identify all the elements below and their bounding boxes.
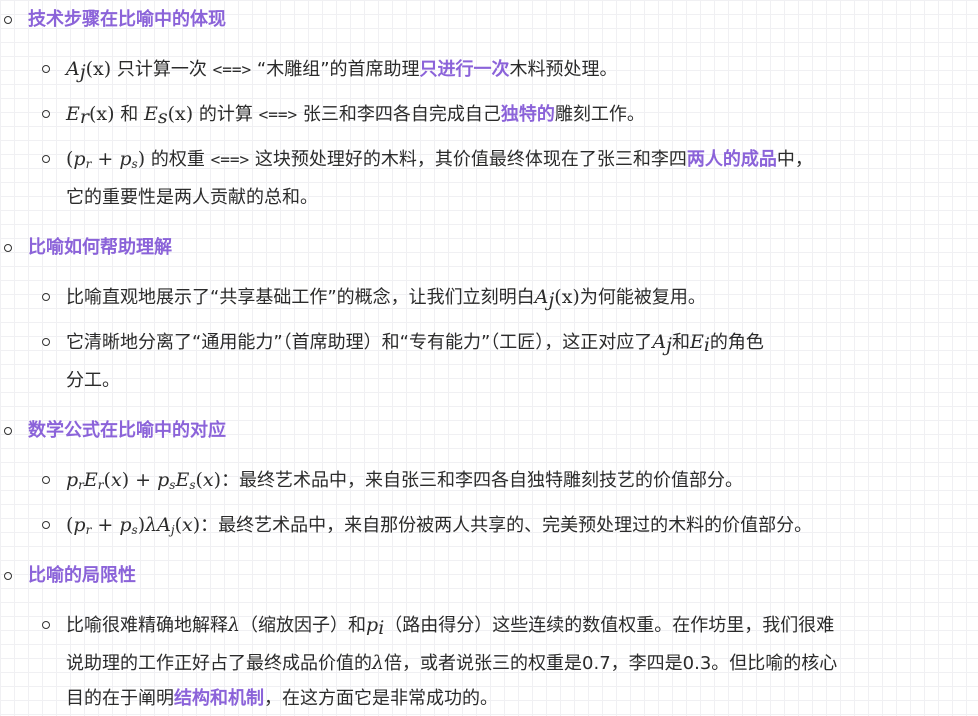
bullet-icon <box>42 110 50 118</box>
list-item: 它清晰地分离了“通用能力”（首席助理）和“专有能力”（工匠），这正对应了Aj和E… <box>0 325 978 360</box>
bullet-icon <box>42 155 50 163</box>
bullet-icon <box>4 244 12 252</box>
math-expression: (pr + ps)λAj(x) <box>66 514 201 537</box>
bullet-icon <box>42 293 50 301</box>
list-item: prEr(x) + psEs(x)：最终艺术品中，来自张三和李四各自独特雕刻技艺… <box>0 463 978 498</box>
list-item-continuation: 目的在于阐明结构和机制，在这方面它是非常成功的。 <box>66 688 498 709</box>
list-item: (pr + ps) 的权重 <==> 这块预处理好的木料，其价值最终体现在了张三… <box>0 142 978 177</box>
math-expression: prEr(x) + psEs(x) <box>66 469 222 492</box>
list-item-continuation: 说助理的工作正好占了最终成品价值的λ倍，或者说张三的权重是0.7，李四是0.3。… <box>66 652 838 674</box>
document: 技术步骤在比喻中的体现 Aj(x) 只计算一次 <==> “木雕组”的首席助理只… <box>0 0 978 714</box>
section-heading-limitations: 比喻的局限性 <box>0 563 978 589</box>
section-heading-how-metaphor-helps: 比喻如何帮助理解 <box>0 235 978 261</box>
section-heading-technical-steps: 技术步骤在比喻中的体现 <box>0 7 978 33</box>
list-item-continuation: 分工。 <box>66 370 120 391</box>
section-heading-formula-mapping: 数学公式在比喻中的对应 <box>0 418 978 444</box>
bullet-icon <box>42 65 50 73</box>
bullet-icon <box>42 621 50 629</box>
list-item: (pr + ps)λAj(x)：最终艺术品中，来自那份被两人共享的、完美预处理过… <box>0 508 978 543</box>
math-expression: (pr + ps) <box>66 148 146 171</box>
bullet-icon <box>42 338 50 346</box>
list-item: Er(x) 和 Es(x) 的计算 <==> 张三和李四各自完成自己独特的雕刻工… <box>0 97 978 132</box>
list-item: 比喻直观地展示了“共享基础工作”的概念，让我们立刻明白Aj(x)为何能被复用。 <box>0 280 978 315</box>
bullet-icon <box>42 521 50 529</box>
list-item: 比喻很难精确地解释λ（缩放因子）和pi（路由得分）这些连续的数值权重。在作坊里，… <box>0 608 978 643</box>
bullet-icon <box>4 16 12 24</box>
bullet-icon <box>4 427 12 435</box>
bullet-icon <box>4 572 12 580</box>
list-item: Aj(x) 只计算一次 <==> “木雕组”的首席助理只进行一次木料预处理。 <box>0 52 978 87</box>
bullet-icon <box>42 476 50 484</box>
list-item-continuation: 它的重要性是两人贡献的总和。 <box>66 187 318 208</box>
